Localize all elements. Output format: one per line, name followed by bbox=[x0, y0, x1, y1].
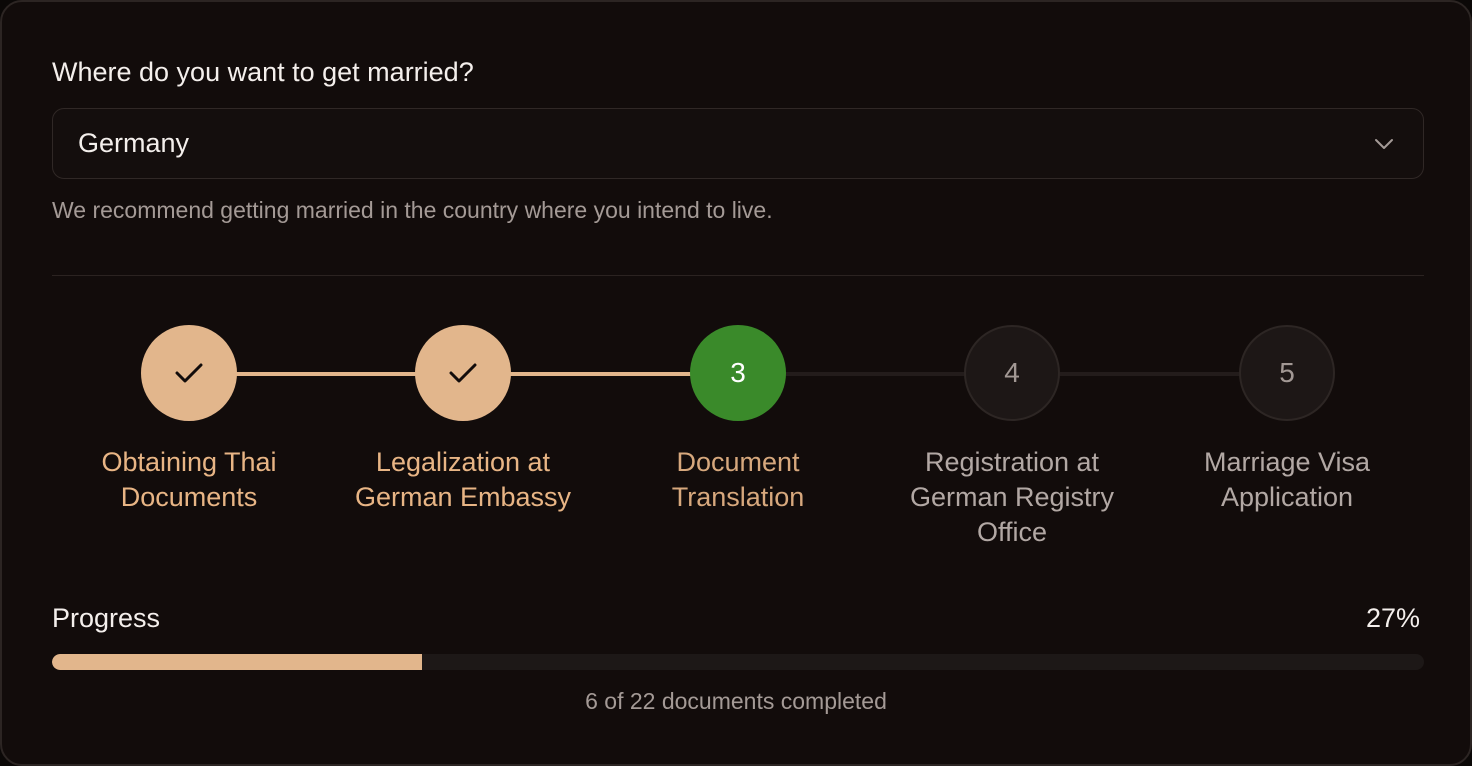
step-2-circle[interactable] bbox=[415, 325, 511, 421]
stepper: Obtaining Thai Documents Legalization at… bbox=[2, 2, 1470, 764]
step-4-label-line: Registration at bbox=[924, 447, 1100, 477]
progress-bar-fill bbox=[52, 654, 423, 670]
step-3-number: 3 bbox=[730, 357, 746, 388]
step-2-label-line: German Embassy bbox=[354, 482, 572, 512]
step-1-label: Obtaining Thai Documents bbox=[59, 445, 319, 515]
step-4-number: 4 bbox=[1004, 357, 1020, 388]
step-1-circle[interactable] bbox=[141, 325, 237, 421]
step-5-label: Marriage Visa Application bbox=[1157, 445, 1417, 515]
check-icon bbox=[449, 363, 477, 383]
step-4-label-line: German Registry bbox=[909, 482, 1115, 512]
progress-bar bbox=[52, 654, 1424, 670]
step-5-label-line: Marriage Visa bbox=[1203, 447, 1371, 477]
step-3-circle[interactable]: 3 bbox=[690, 325, 786, 421]
step-2-label-line: Legalization at bbox=[375, 447, 551, 477]
step-5-label-line: Application bbox=[1220, 482, 1354, 512]
step-4-circle[interactable]: 4 bbox=[964, 325, 1060, 421]
wedding-planner-card: Where do you want to get married? German… bbox=[0, 0, 1472, 766]
step-1-label-line: Obtaining Thai bbox=[101, 447, 277, 477]
step-1-label-line: Documents bbox=[120, 482, 258, 512]
progress-caption: 6 of 22 documents completed bbox=[585, 688, 887, 714]
step-3-label: Document Translation bbox=[608, 445, 868, 515]
step-5-number: 5 bbox=[1279, 357, 1295, 388]
step-5-circle[interactable]: 5 bbox=[1239, 325, 1335, 421]
step-4-label-line: Office bbox=[976, 517, 1048, 547]
step-3-label-line: Translation bbox=[671, 482, 805, 512]
progress-percent: 27% bbox=[1365, 603, 1420, 633]
step-3-label-line: Document bbox=[676, 447, 800, 477]
step-4-label: Registration at German Registry Office bbox=[882, 445, 1142, 550]
progress-label: Progress bbox=[52, 603, 161, 633]
step-2-label: Legalization at German Embassy bbox=[333, 445, 593, 515]
check-icon bbox=[175, 363, 203, 383]
